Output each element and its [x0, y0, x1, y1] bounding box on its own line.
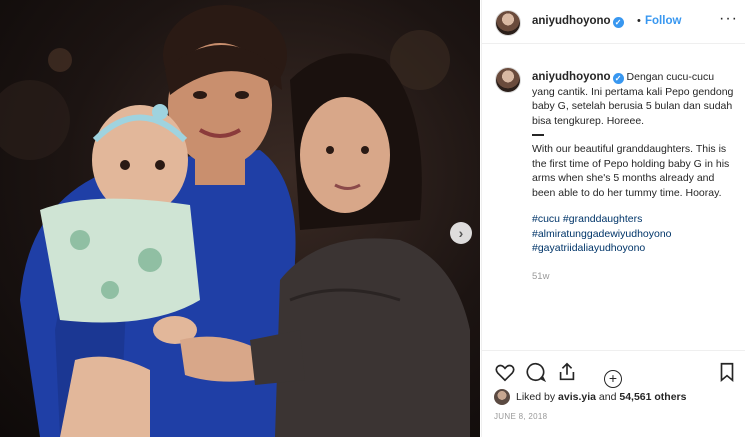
- follow-button[interactable]: Follow: [645, 15, 681, 27]
- hashtag-link[interactable]: #gayatriidaliayudhoyono: [532, 241, 737, 256]
- caption-username-text[interactable]: aniyudhoyono: [532, 71, 611, 83]
- hashtag-list: #cucu #granddaughters #almiratunggadewiy…: [532, 212, 737, 256]
- liker-username[interactable]: avis.yia: [558, 391, 596, 403]
- post-caption: aniyudhoyono ✓ Dengan cucu-cucu yang cant…: [532, 70, 737, 284]
- liker-avatar[interactable]: [494, 389, 510, 405]
- likes-count[interactable]: 54,561 others: [619, 391, 686, 403]
- more-options-icon[interactable]: ···: [719, 10, 738, 28]
- header-username-text[interactable]: aniyudhoyono: [532, 15, 611, 27]
- caption-text-english: With our beautiful granddaughters. This …: [532, 143, 730, 199]
- post-header: aniyudhoyono ✓ • Follow ···: [482, 0, 745, 44]
- hashtag-link[interactable]: #almiratunggadewiyudhoyono: [532, 227, 737, 242]
- caption-divider: [532, 134, 544, 136]
- header-username[interactable]: aniyudhoyono ✓: [532, 15, 624, 28]
- verified-icon: ✓: [612, 73, 624, 84]
- post-age: 51w: [532, 270, 550, 282]
- photo-illustration: [0, 5, 470, 437]
- chevron-right-icon: ›: [458, 225, 464, 241]
- likes-prefix: Liked by: [516, 391, 556, 403]
- caption-username[interactable]: aniyudhoyono ✓: [532, 71, 624, 84]
- post-date: JUNE 8, 2018: [494, 412, 548, 421]
- avatar[interactable]: [495, 10, 521, 36]
- likes-summary: Liked by avis.yia and 54,561 others: [494, 389, 686, 405]
- caption-avatar[interactable]: [495, 67, 521, 93]
- post-side-panel: aniyudhoyono ✓ • Follow ··· aniyudhoyono ✓…: [481, 0, 745, 437]
- share-icon[interactable]: [556, 361, 578, 383]
- post-photo[interactable]: ›: [0, 0, 480, 437]
- header-separator: •: [637, 15, 641, 27]
- likes-conjunction: and: [598, 391, 617, 403]
- comments-section: aniyudhoyono ✓ Dengan cucu-cucu yang cant…: [482, 45, 745, 388]
- post-actions: Liked by avis.yia and 54,561 others JUNE…: [482, 350, 745, 437]
- heart-icon[interactable]: [494, 361, 516, 383]
- bookmark-icon[interactable]: [716, 361, 738, 383]
- next-photo-button[interactable]: ›: [450, 222, 472, 244]
- comment-icon[interactable]: [525, 361, 547, 383]
- instagram-post: › aniyudhoyono ✓ • Follow ··· aniyudhoyon…: [0, 0, 745, 437]
- hashtag-link[interactable]: #cucu #granddaughters: [532, 212, 737, 227]
- verified-icon: ✓: [612, 17, 624, 28]
